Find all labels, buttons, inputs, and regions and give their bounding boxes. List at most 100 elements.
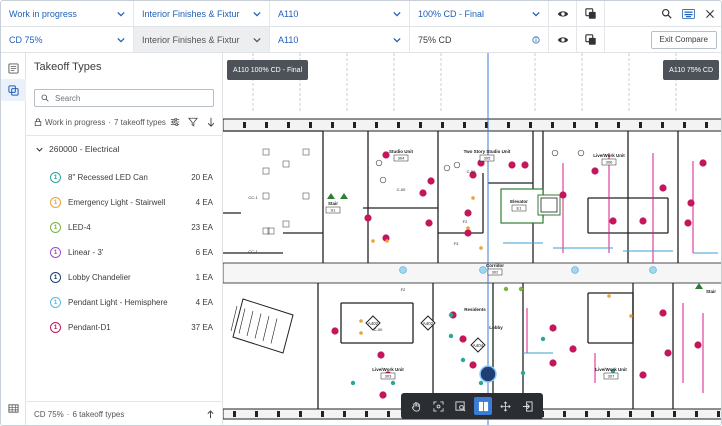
wall-tick	[255, 411, 258, 417]
takeoff-item[interactable]: 1 Pendant-D1 37 EA	[50, 315, 213, 340]
move-tool-button[interactable]	[496, 397, 514, 415]
lobby-chandelier-marker	[479, 365, 497, 383]
ceiling-detail	[262, 192, 270, 200]
wall-tick	[683, 122, 686, 128]
stair-outline	[232, 298, 294, 354]
pendant-d1-marker	[699, 159, 707, 167]
sheet-select-current[interactable]: A110	[270, 1, 410, 26]
stair-step	[230, 305, 238, 332]
zoom-area-button[interactable]	[452, 397, 470, 415]
room-name-label: Studio Unit	[389, 149, 413, 154]
takeoff-marker-icon: 1	[50, 247, 61, 258]
drawing-canvas[interactable]: A402 A402 A404 Stair S1 Studio Unit 304 Two Sto…	[223, 53, 722, 426]
fit-view-button[interactable]	[429, 397, 447, 415]
takeoff-item[interactable]: 1 Emergency Light - Stairwell 4 EA	[50, 190, 213, 215]
exit-tool-button[interactable]	[519, 397, 537, 415]
keyboard-icon[interactable]	[682, 8, 695, 19]
pan-tool-button[interactable]	[407, 397, 425, 415]
takeoff-item-quantity: 6 EA	[195, 248, 213, 257]
room-name-label: Stair	[328, 201, 338, 206]
wall-tick	[607, 411, 610, 417]
takeoff-item[interactable]: 1 Lobby Chandelier 1 EA	[50, 265, 213, 290]
group-header-electrical[interactable]: 260000 - Electrical	[36, 144, 119, 154]
discipline-select-current[interactable]: Interior Finishes & Fixtur	[134, 1, 270, 26]
takeoff-item-quantity: 4 EA	[195, 198, 213, 207]
emergency-light-marker	[359, 331, 363, 335]
sheet-select-compare[interactable]: A110	[270, 27, 410, 52]
split-view-button[interactable]	[474, 397, 493, 415]
stair-step	[254, 313, 262, 339]
takeoff-item[interactable]: 1 LED-4 23 EA	[50, 215, 213, 240]
exit-compare-button[interactable]: Exit Compare	[650, 30, 717, 49]
floor-plan-drawing[interactable]: A402 A402 A404 Stair S1 Studio Unit 304 Two Sto…	[223, 53, 722, 426]
drawing-tag-label: F2	[463, 219, 468, 224]
drawing-tag-label: CC-1	[248, 195, 258, 200]
led-can-marker	[478, 380, 484, 386]
wall-tick	[595, 122, 598, 128]
sheet-select-value: A110	[278, 8, 299, 19]
wall-tick	[277, 411, 280, 417]
led-can-marker	[448, 312, 454, 318]
layers-button-current[interactable]	[577, 1, 605, 26]
led-can-marker	[460, 357, 466, 363]
sort-down-icon[interactable]	[206, 117, 216, 127]
close-icon[interactable]	[705, 9, 715, 19]
version-select-current[interactable]: 100% CD - Final	[410, 1, 549, 26]
section-marker-label: A404	[473, 343, 484, 348]
ceiling-detail	[577, 149, 585, 157]
pendant-d1-marker	[427, 177, 435, 185]
room-number-label: 303	[385, 374, 392, 379]
layers-button-compare[interactable]	[577, 27, 605, 52]
search-icon[interactable]	[661, 8, 672, 19]
takeoff-item[interactable]: 1 Linear - 3' 6 EA	[50, 240, 213, 265]
lock-icon	[34, 118, 42, 126]
wip-count: 7 takeoff types	[114, 117, 166, 127]
panel-footer[interactable]: CD 75% · 6 takeoff types	[26, 401, 223, 425]
info-icon	[532, 35, 540, 44]
takeoff-item-label: Pendant Light - Hemisphere	[68, 298, 168, 307]
drawing-tag-label: F3	[454, 241, 459, 246]
rail-table-button[interactable]	[1, 397, 26, 419]
rail-takeoff-button[interactable]	[1, 79, 26, 101]
footer-count: 6 takeoff types	[72, 410, 125, 419]
status-select-current[interactable]: Work in progress	[1, 1, 134, 26]
arrow-up-icon[interactable]	[206, 410, 215, 419]
takeoff-item-label: Emergency Light - Stairwell	[68, 198, 166, 207]
status-select-compare[interactable]: CD 75%	[1, 27, 134, 52]
version-select-value: 100% CD - Final	[418, 8, 485, 19]
discipline-select-compare[interactable]: Interior Finishes & Fixtur	[134, 27, 270, 52]
room-number-label: 304	[398, 156, 405, 161]
emergency-light-marker	[471, 196, 475, 200]
stair-marker	[695, 283, 703, 289]
wall-tick	[507, 122, 510, 128]
emergency-light-marker	[479, 246, 483, 250]
ceiling-detail	[443, 164, 451, 172]
search-box[interactable]	[34, 89, 214, 107]
takeoff-item[interactable]: 1 8" Recessed LED Can 20 EA	[50, 165, 213, 190]
rail-sheets-button[interactable]	[1, 57, 26, 79]
settings-sliders-icon[interactable]	[170, 117, 180, 127]
chevron-down-icon	[117, 36, 125, 44]
wall-tick	[529, 122, 532, 128]
led4-marker	[503, 286, 509, 292]
visibility-toggle-compare[interactable]	[549, 27, 577, 52]
visibility-toggle-current[interactable]	[549, 1, 577, 26]
chevron-down-icon	[393, 10, 401, 18]
pendant-d1-marker	[659, 309, 667, 317]
move-icon	[500, 400, 511, 412]
table-icon	[8, 403, 19, 413]
takeoff-item[interactable]: 1 Pendant Light - Hemisphere 4 EA	[50, 290, 213, 315]
search-input[interactable]	[55, 93, 205, 103]
pendant-d1-marker	[609, 217, 617, 225]
takeoff-marker-icon: 1	[50, 297, 61, 308]
pendant-d1-marker	[687, 199, 695, 207]
pendant-d1-marker	[549, 359, 557, 367]
ceiling-detail	[282, 220, 290, 228]
split-view-icon	[478, 401, 488, 411]
version-select-compare[interactable]: 75% CD	[410, 27, 549, 52]
discipline-select-value: Interior Finishes & Fixtur	[142, 34, 240, 45]
filter-icon[interactable]	[188, 117, 198, 127]
drawing-tag-label: C-00	[397, 187, 406, 192]
takeoff-item-label: LED-4	[68, 223, 91, 232]
room-name-label: Live/Work Unit	[372, 367, 404, 372]
